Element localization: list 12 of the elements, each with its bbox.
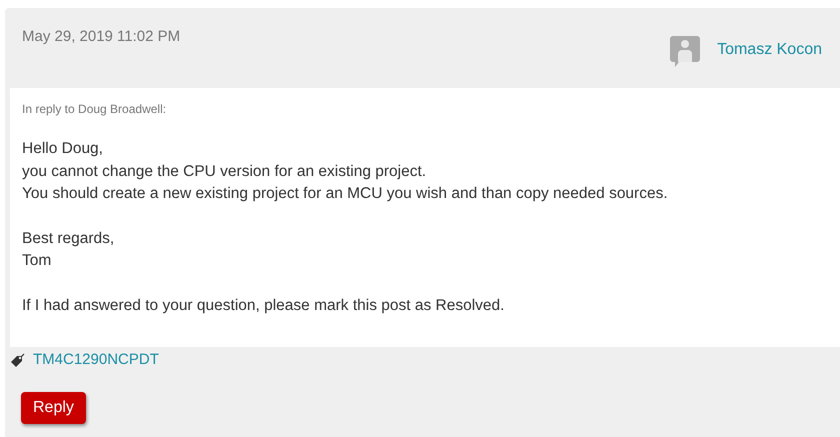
reply-context: In reply to Doug Broadwell: (22, 102, 168, 116)
tag-icon (10, 352, 26, 366)
message-line: Best regards, (22, 228, 116, 248)
author-link[interactable]: Tomasz Kocon (717, 41, 822, 59)
message-line: You should create a new existing project for an MCU you wish and than copy needed sources. (22, 184, 669, 204)
message-line: If I had answered to your question, please mark this post as Resolved. (22, 296, 506, 316)
message-line: Hello Doug, (22, 139, 104, 159)
message-line: Tom (22, 251, 52, 271)
reply-button[interactable]: Reply (21, 392, 86, 424)
post-date: May 29, 2019 11:02 PM (22, 28, 180, 46)
tag-link[interactable]: TM4C1290NCPDT (33, 351, 159, 368)
message-line: you cannot change the CPU version for an existing project. (22, 162, 428, 182)
